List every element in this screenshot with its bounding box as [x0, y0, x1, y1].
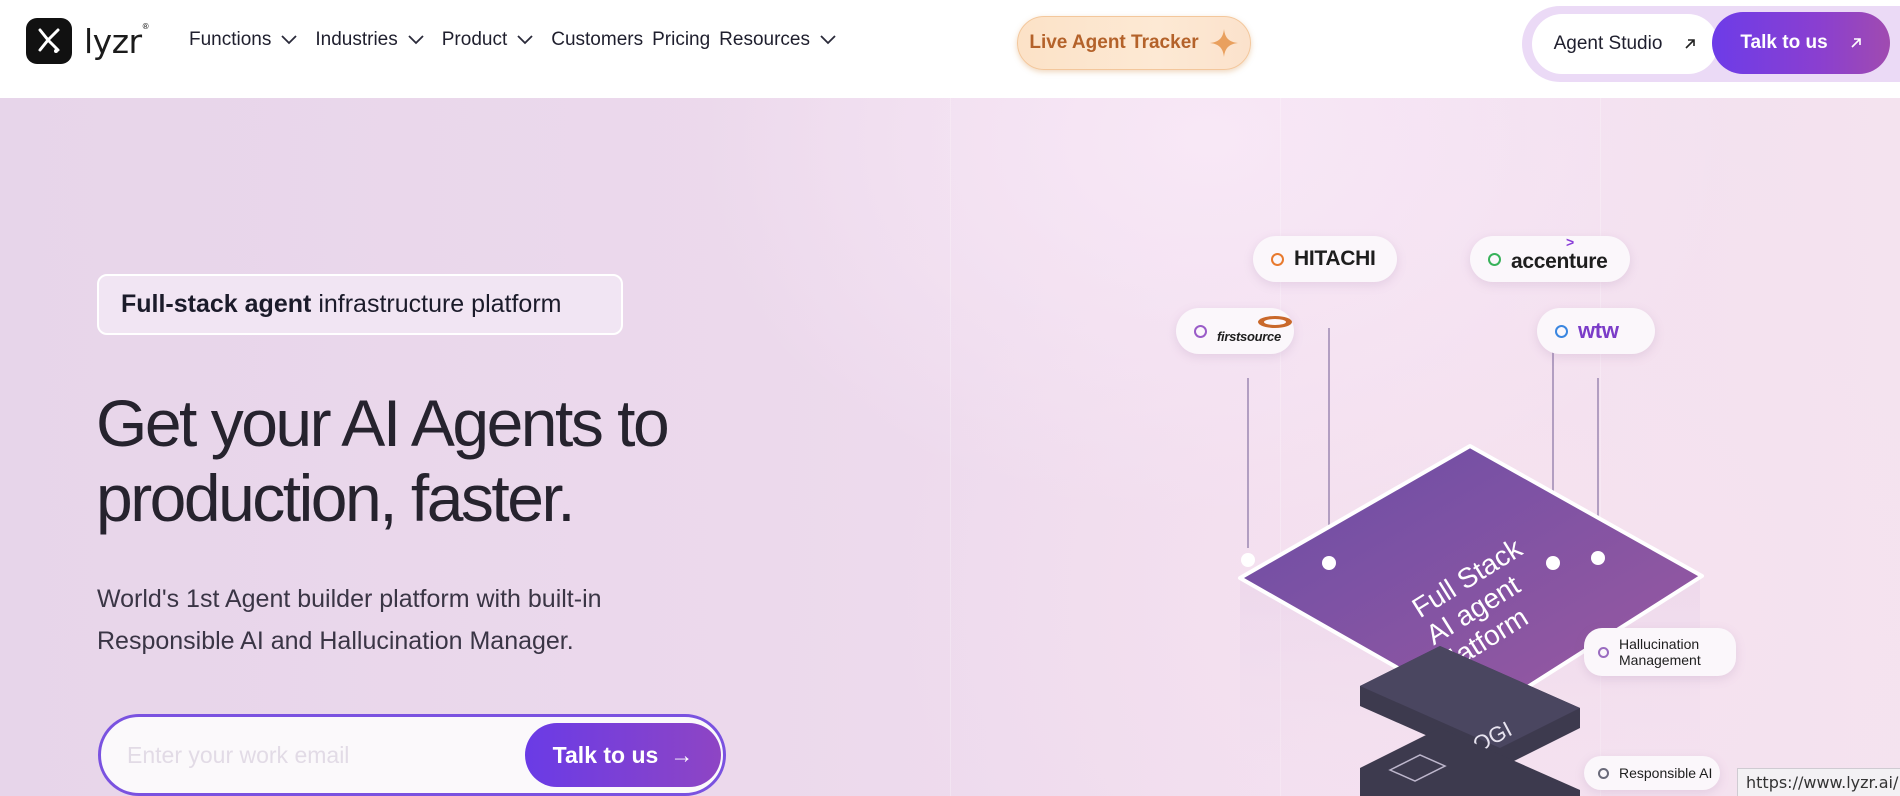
submit-label: Talk to us	[552, 741, 659, 768]
arrow-up-right-icon	[1685, 39, 1696, 49]
status-ring-icon	[1555, 324, 1568, 338]
firstsource-swoosh-icon	[1258, 316, 1292, 328]
arrow-right-icon: →	[670, 741, 694, 768]
menu-resources[interactable]: Resources	[719, 29, 836, 51]
brand-name: accenture	[1511, 250, 1608, 273]
menu-customers[interactable]: Customers	[551, 29, 643, 51]
subcopy-line-1: World's 1st Agent builder platform with …	[97, 585, 602, 613]
chevron-down-icon	[820, 35, 836, 45]
status-ring-icon	[1598, 767, 1609, 779]
accenture-accent: >	[1566, 234, 1575, 250]
brand-name: HITACHI	[1294, 247, 1376, 270]
header-cta-group: Agent Studio Talk to us	[1522, 6, 1900, 82]
hero-section: Full-stack agent infrastructure platform…	[0, 98, 1900, 796]
talk-to-us-header-button[interactable]: Talk to us	[1712, 12, 1890, 74]
chevron-down-icon	[408, 35, 424, 45]
hero-headline: Get your AI Agents to production, faster…	[96, 386, 796, 536]
status-ring-icon	[1271, 252, 1284, 266]
logo-wordmark: lyzr	[84, 21, 142, 61]
status-ring-icon	[1598, 646, 1609, 658]
menu-product[interactable]: Product	[442, 29, 533, 51]
chevron-down-icon	[517, 35, 533, 45]
tracker-label: Live Agent Tracker	[1029, 32, 1199, 53]
brand-name: wtw	[1578, 318, 1619, 343]
brand-pill-wtw: wtw	[1537, 308, 1655, 354]
tagline-rest: infrastructure platform	[318, 290, 562, 318]
menu-industries-label: Industries	[315, 29, 398, 50]
tagline-badge: Full-stack agent infrastructure platform	[97, 274, 623, 335]
anchor-dot	[1322, 556, 1336, 570]
menu-industries[interactable]: Industries	[315, 29, 424, 51]
menu-functions-label: Functions	[189, 29, 272, 50]
brand-pill-firstsource: firstsource	[1176, 308, 1294, 354]
lyzr-logo[interactable]: lyzr®	[26, 18, 150, 64]
headline-line-1: Get your AI Agents to	[96, 386, 670, 460]
menu-resources-label: Resources	[719, 29, 810, 50]
feature-pill-hallucination: Hallucination Management	[1584, 628, 1736, 676]
menu-pricing[interactable]: Pricing	[652, 29, 710, 51]
sparkle-icon	[1209, 29, 1238, 57]
background-grid-line	[950, 98, 951, 796]
brand-pill-accenture: accenture >	[1470, 234, 1630, 282]
feature-label: Hallucination	[1619, 636, 1700, 652]
email-signup-form: Talk to us →	[98, 714, 726, 796]
anchor-dot	[1591, 551, 1605, 565]
anchor-dot	[1546, 556, 1560, 570]
menu-pricing-label: Pricing	[652, 29, 711, 50]
brand-name: firstsource	[1217, 328, 1281, 344]
work-email-input[interactable]	[127, 735, 507, 775]
lyzr-logo-icon	[26, 18, 72, 64]
hero-subcopy: World's 1st Agent builder platform with …	[97, 578, 697, 662]
headline-line-2: production, faster.	[96, 461, 576, 535]
talk-to-us-label: Talk to us	[1740, 32, 1828, 53]
live-agent-tracker-button[interactable]: Live Agent Tracker	[1017, 16, 1251, 70]
main-menu: Functions Industries Product Customers P…	[189, 28, 854, 52]
status-bar-url: https://www.lyzr.ai/	[1737, 768, 1900, 796]
menu-customers-label: Customers	[551, 29, 644, 50]
agent-studio-label: Agent Studio	[1553, 33, 1663, 54]
anchor-dot	[1241, 553, 1255, 567]
registered-mark: ®	[141, 21, 150, 31]
brand-pill-hitachi: HITACHI	[1253, 236, 1397, 282]
arrow-up-right-icon	[1851, 38, 1861, 48]
chevron-down-icon	[281, 35, 298, 45]
top-navigation: lyzr® Functions Industries Product Custo…	[0, 0, 1900, 98]
tagline-bold: Full-stack agent	[121, 290, 312, 318]
menu-product-label: Product	[441, 29, 508, 50]
status-ring-icon	[1488, 252, 1501, 266]
subcopy-line-2: Responsible AI and Hallucination Manager…	[97, 627, 574, 655]
platform-stack-illustration: Full Stack AI agent Platform OGI	[1238, 328, 1704, 796]
feature-pill-responsible-ai: Responsible AI	[1584, 756, 1720, 790]
talk-to-us-submit-button[interactable]: Talk to us →	[525, 723, 721, 787]
feature-label: Responsible AI	[1619, 765, 1713, 781]
feature-label: Management	[1619, 652, 1701, 668]
status-ring-icon	[1194, 324, 1207, 338]
menu-functions[interactable]: Functions	[189, 29, 298, 51]
agent-studio-button[interactable]: Agent Studio	[1532, 14, 1718, 74]
